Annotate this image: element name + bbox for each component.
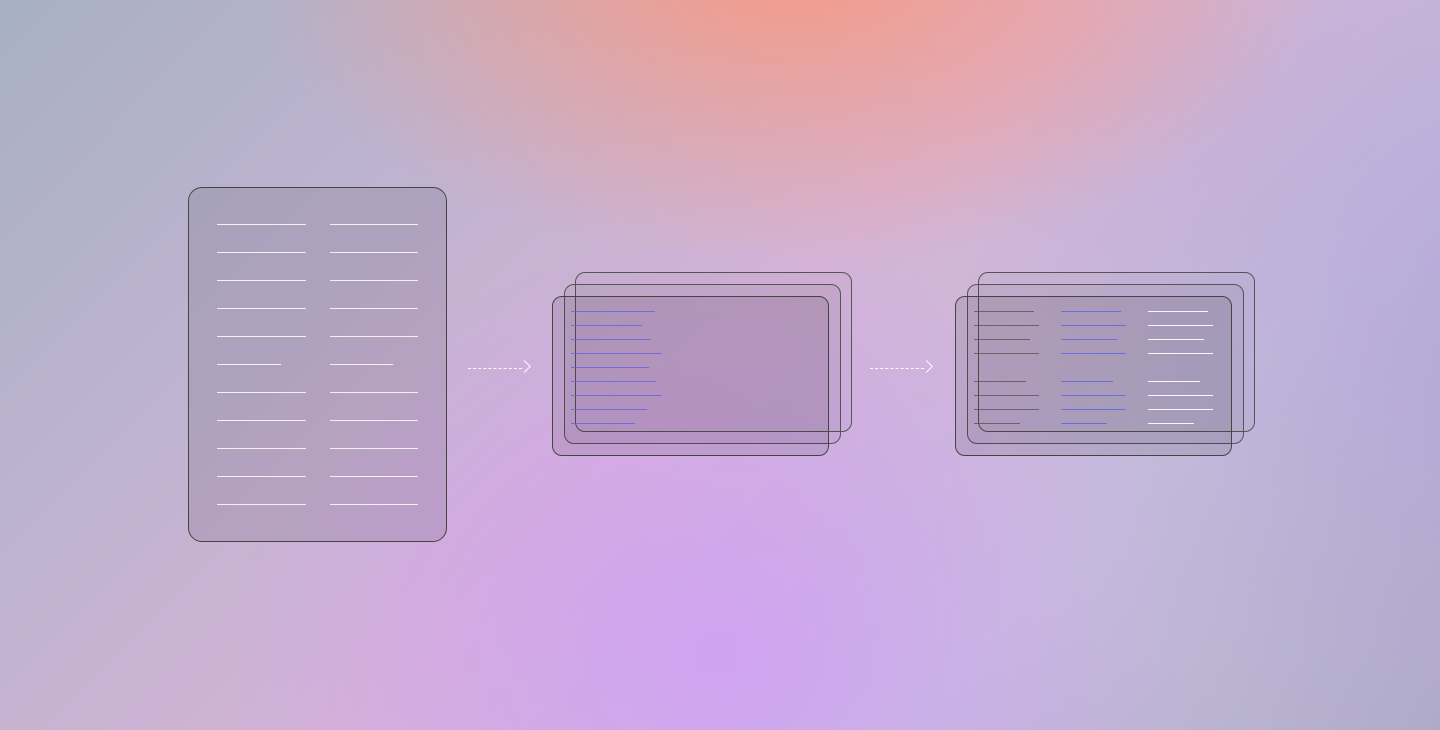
text-line bbox=[1148, 423, 1194, 424]
text-line bbox=[330, 252, 419, 253]
source-document bbox=[188, 187, 447, 542]
arrow-head-icon bbox=[520, 362, 532, 374]
text-line bbox=[1061, 311, 1121, 312]
text-line bbox=[571, 311, 655, 312]
text-line bbox=[974, 395, 1039, 396]
arrow-line bbox=[870, 368, 924, 369]
text-line bbox=[571, 395, 662, 396]
pipeline-diagram bbox=[0, 0, 1440, 730]
text-line bbox=[974, 423, 1020, 424]
text-line bbox=[974, 339, 1030, 340]
text-line bbox=[974, 311, 1034, 312]
text-line bbox=[571, 423, 635, 424]
text-line bbox=[217, 364, 281, 365]
text-line bbox=[974, 381, 1026, 382]
output-col-accent bbox=[1061, 311, 1126, 441]
text-line bbox=[1061, 339, 1117, 340]
intermediate-content bbox=[571, 311, 662, 424]
text-line bbox=[571, 367, 649, 368]
arrow-line bbox=[468, 368, 522, 369]
output-col-dark bbox=[974, 311, 1039, 441]
output-content bbox=[974, 311, 1213, 441]
line-gap bbox=[974, 367, 1039, 368]
text-line bbox=[571, 353, 662, 354]
text-line bbox=[571, 381, 656, 382]
text-line bbox=[330, 476, 419, 477]
line-gap bbox=[1148, 367, 1213, 368]
text-line bbox=[974, 409, 1039, 410]
text-line bbox=[330, 420, 419, 421]
text-line bbox=[1148, 409, 1213, 410]
text-line bbox=[1148, 311, 1208, 312]
text-line bbox=[217, 252, 306, 253]
text-line bbox=[1061, 381, 1113, 382]
text-line bbox=[217, 308, 306, 309]
text-line bbox=[1061, 409, 1126, 410]
text-line bbox=[974, 353, 1039, 354]
text-line bbox=[1061, 395, 1126, 396]
text-line bbox=[1061, 325, 1126, 326]
text-line bbox=[217, 224, 306, 225]
text-line bbox=[217, 336, 306, 337]
text-line bbox=[571, 409, 647, 410]
arrow-head-icon bbox=[922, 362, 934, 374]
text-line bbox=[330, 224, 419, 225]
text-line bbox=[1061, 423, 1107, 424]
output-col-light bbox=[1148, 311, 1213, 441]
arrow-icon bbox=[870, 360, 934, 376]
text-line bbox=[217, 280, 306, 281]
text-line bbox=[330, 448, 419, 449]
text-line bbox=[330, 336, 419, 337]
text-line bbox=[1148, 325, 1213, 326]
text-line bbox=[1148, 381, 1200, 382]
text-line bbox=[217, 420, 306, 421]
text-line bbox=[1148, 353, 1213, 354]
text-line bbox=[571, 325, 642, 326]
text-line bbox=[217, 448, 306, 449]
text-line bbox=[1061, 353, 1126, 354]
text-line bbox=[330, 504, 419, 505]
intermediate-stack bbox=[552, 272, 852, 462]
text-line bbox=[330, 308, 419, 309]
source-document-col-left bbox=[217, 224, 306, 505]
text-line bbox=[330, 392, 419, 393]
text-line bbox=[330, 364, 394, 365]
text-line bbox=[1148, 339, 1204, 340]
text-line bbox=[217, 476, 306, 477]
source-document-col-right bbox=[330, 224, 419, 505]
text-line bbox=[217, 392, 306, 393]
text-line bbox=[974, 325, 1039, 326]
output-stack bbox=[955, 272, 1255, 462]
text-line bbox=[217, 504, 306, 505]
stack-layer-front bbox=[552, 296, 829, 456]
arrow-icon bbox=[468, 360, 532, 376]
line-gap bbox=[1061, 367, 1126, 368]
text-line bbox=[571, 339, 651, 340]
text-line bbox=[1148, 395, 1213, 396]
source-document-columns bbox=[217, 224, 418, 505]
text-line bbox=[330, 280, 419, 281]
stack-layer-front bbox=[955, 296, 1232, 456]
